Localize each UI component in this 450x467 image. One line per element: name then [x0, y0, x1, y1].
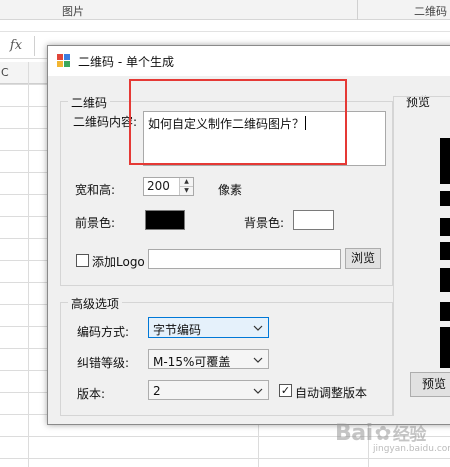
- check-icon: ✓: [280, 384, 291, 397]
- preview-button[interactable]: 预览: [410, 372, 450, 397]
- fx-icon[interactable]: fx: [4, 35, 28, 57]
- size-spinbox[interactable]: 200 ▲ ▼: [143, 177, 194, 196]
- ribbon-bar: 图片 二维码: [0, 0, 450, 20]
- app-icon: [57, 54, 71, 68]
- version-label: 版本:: [77, 387, 106, 401]
- foreground-color-swatch[interactable]: [145, 210, 185, 230]
- size-label: 宽和高:: [75, 183, 116, 197]
- qr-module-gap: [440, 292, 450, 302]
- advanced-group-legend: 高级选项: [68, 295, 123, 312]
- logo-path-input[interactable]: [148, 249, 341, 269]
- browse-button[interactable]: 浏览: [345, 248, 381, 269]
- chevron-down-icon: [253, 325, 263, 331]
- encoding-value: 字节编码: [153, 323, 202, 337]
- qr-group-legend: 二维码: [68, 94, 111, 111]
- qr-preview-image: [440, 138, 450, 368]
- version-select[interactable]: 2: [148, 380, 269, 400]
- logo-label: 添加Logo: [92, 255, 145, 269]
- auto-version-checkbox[interactable]: ✓: [279, 384, 292, 397]
- formula-separator: [34, 36, 35, 56]
- logo-checkbox[interactable]: [76, 254, 89, 267]
- background-label: 背景色:: [244, 216, 285, 230]
- encoding-select[interactable]: 字节编码: [148, 317, 269, 338]
- size-unit: 像素: [218, 183, 243, 197]
- foreground-label: 前景色:: [75, 216, 116, 230]
- ribbon-group-picture[interactable]: 图片: [62, 3, 84, 19]
- size-spin-buttons: ▲ ▼: [179, 178, 193, 195]
- size-value: 200: [147, 179, 170, 193]
- ribbon-separator: [357, 0, 358, 20]
- annotation-highlight-box: [129, 79, 347, 165]
- dialog-title: 二维码 - 单个生成: [78, 55, 174, 69]
- auto-version-label: 自动调整版本: [295, 386, 368, 400]
- baidu-watermark: Bai ✿ 经验 jingyan.baidu.com: [335, 420, 450, 460]
- qr-module-gap: [440, 184, 450, 191]
- encoding-label: 编码方式:: [77, 325, 130, 339]
- qr-module-gap: [440, 260, 450, 268]
- qr-module-gap: [440, 321, 450, 327]
- ecc-select[interactable]: M-15%可覆盖: [148, 349, 269, 369]
- dialog-titlebar[interactable]: 二维码 - 单个生成: [48, 46, 450, 76]
- ribbon-group-qrcode[interactable]: 二维码: [414, 3, 447, 19]
- chevron-down-icon: [253, 388, 263, 394]
- spin-up-icon[interactable]: ▲: [180, 178, 193, 187]
- chevron-down-icon: [253, 357, 263, 363]
- qr-module-gap: [440, 206, 450, 218]
- column-letter-c[interactable]: C: [1, 66, 9, 79]
- watermark-text: Bai ✿ 经验: [335, 421, 426, 446]
- watermark-url: jingyan.baidu.com: [373, 444, 450, 454]
- paw-icon: ✿: [374, 421, 392, 445]
- grid-column-line: [28, 62, 29, 467]
- background-color-swatch[interactable]: [293, 210, 334, 230]
- spin-down-icon[interactable]: ▼: [180, 186, 193, 195]
- version-value: 2: [153, 384, 161, 398]
- qr-module-gap: [440, 236, 450, 242]
- content-label: 二维码内容:: [73, 115, 138, 129]
- ecc-value: M-15%可覆盖: [153, 355, 231, 369]
- ecc-label: 纠错等级:: [77, 356, 130, 370]
